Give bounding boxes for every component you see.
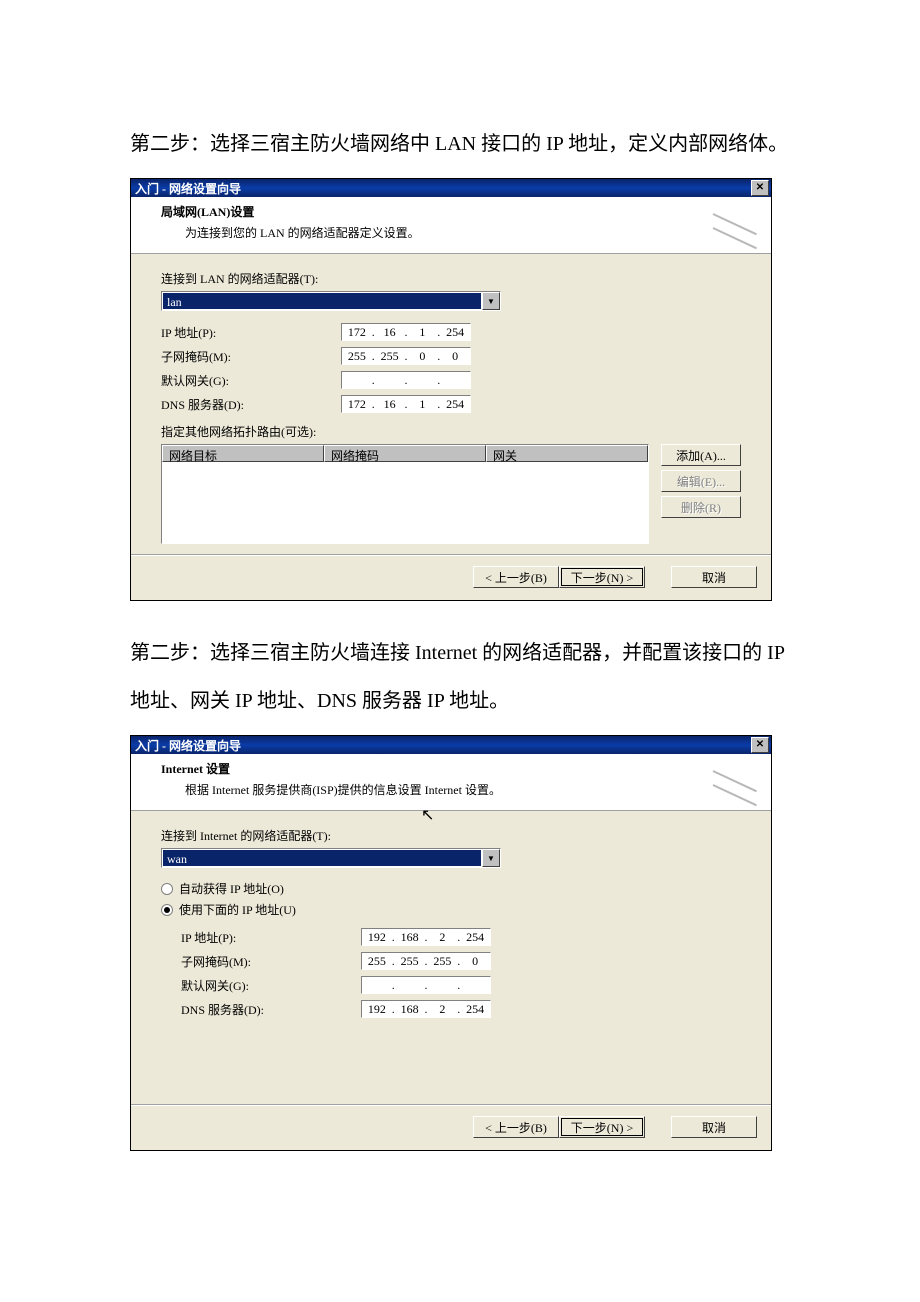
caption-step2-internet: 第二步：选择三宿主防火墙连接 Internet 的网络适配器，并配置该接口的 I…	[130, 629, 790, 725]
radio-icon	[161, 883, 173, 895]
gateway-input[interactable]: . . .	[341, 371, 471, 389]
header-subtitle: 为连接到您的 LAN 的网络适配器定义设置。	[161, 224, 420, 241]
dialog-title: 入门 - 网络设置向导	[135, 737, 241, 754]
chevron-down-icon[interactable]: ▼	[482, 292, 500, 310]
header-panel: Internet 设置 根据 Internet 服务提供商(ISP)提供的信息设…	[131, 754, 771, 811]
edit-button: 编辑(E)...	[661, 470, 741, 492]
mask-input[interactable]: 255. 255. 255. 0	[361, 952, 491, 970]
back-button[interactable]: < 上一步(B)	[473, 1116, 559, 1138]
mask-label: 子网掩码(M):	[161, 348, 341, 365]
ip-input[interactable]: 172. 16. 1. 254	[341, 323, 471, 341]
gateway-input[interactable]: . . .	[361, 976, 491, 994]
mask-label: 子网掩码(M):	[181, 953, 361, 970]
cancel-button[interactable]: 取消	[671, 566, 757, 588]
dns-input[interactable]: 172. 16. 1. 254	[341, 395, 471, 413]
adapter-value: wan	[163, 850, 481, 866]
gateway-label: 默认网关(G):	[181, 977, 361, 994]
ip-label: IP 地址(P):	[181, 929, 361, 946]
caption-step2-lan: 第二步：选择三宿主防火墙网络中 LAN 接口的 IP 地址，定义内部网络体。	[130, 120, 790, 168]
header-subtitle: 根据 Internet 服务提供商(ISP)提供的信息设置 Internet 设…	[161, 781, 501, 798]
col-mask[interactable]: 网络掩码	[324, 445, 486, 462]
next-button[interactable]: 下一步(N) >	[559, 566, 645, 588]
col-gateway[interactable]: 网关	[486, 445, 648, 462]
radio-icon	[161, 904, 173, 916]
close-icon[interactable]: ✕	[751, 180, 769, 196]
adapter-label: 连接到 LAN 的网络适配器(T):	[161, 270, 741, 287]
dns-label: DNS 服务器(D):	[161, 396, 341, 413]
titlebar: 入门 - 网络设置向导 ✕	[131, 179, 771, 197]
delete-button: 删除(R)	[661, 496, 741, 518]
adapter-combobox[interactable]: wan ▼	[161, 848, 501, 868]
cursor-icon: ↖	[421, 805, 434, 825]
gateway-label: 默认网关(G):	[161, 372, 341, 389]
adapter-value: lan	[163, 293, 481, 309]
ip-input[interactable]: 192. 168. 2. 254	[361, 928, 491, 946]
internet-settings-dialog: 入门 - 网络设置向导 ✕ Internet 设置 根据 Internet 服务…	[130, 735, 772, 1151]
header-panel: 局域网(LAN)设置 为连接到您的 LAN 的网络适配器定义设置。	[131, 197, 771, 254]
header-title: 局域网(LAN)设置	[161, 203, 420, 220]
adapter-combobox[interactable]: lan ▼	[161, 291, 501, 311]
radio-manual-label: 使用下面的 IP 地址(U)	[179, 901, 296, 918]
cancel-button[interactable]: 取消	[671, 1116, 757, 1138]
routes-listview[interactable]: 网络目标 网络掩码 网关	[161, 444, 649, 544]
col-destination[interactable]: 网络目标	[162, 445, 324, 462]
wizard-lines-icon	[713, 203, 761, 243]
close-icon[interactable]: ✕	[751, 737, 769, 753]
radio-auto-label: 自动获得 IP 地址(O)	[179, 880, 284, 897]
lan-settings-dialog: 入门 - 网络设置向导 ✕ 局域网(LAN)设置 为连接到您的 LAN 的网络适…	[130, 178, 772, 601]
add-button[interactable]: 添加(A)...	[661, 444, 741, 466]
back-button[interactable]: < 上一步(B)	[473, 566, 559, 588]
adapter-label: 连接到 Internet 的网络适配器(T):	[161, 827, 741, 844]
dns-input[interactable]: 192. 168. 2. 254	[361, 1000, 491, 1018]
next-button[interactable]: 下一步(N) >	[559, 1116, 645, 1138]
ip-label: IP 地址(P):	[161, 324, 341, 341]
radio-manual-ip[interactable]: 使用下面的 IP 地址(U)	[161, 901, 741, 918]
wizard-lines-icon	[713, 760, 761, 800]
dns-label: DNS 服务器(D):	[181, 1001, 361, 1018]
mask-input[interactable]: 255. 255. 0. 0	[341, 347, 471, 365]
dialog-title: 入门 - 网络设置向导	[135, 180, 241, 197]
routes-section-label: 指定其他网络拓扑路由(可选):	[161, 423, 741, 440]
header-title: Internet 设置	[161, 760, 501, 777]
chevron-down-icon[interactable]: ▼	[482, 849, 500, 867]
titlebar: 入门 - 网络设置向导 ✕	[131, 736, 771, 754]
radio-auto-ip[interactable]: 自动获得 IP 地址(O)	[161, 880, 741, 897]
